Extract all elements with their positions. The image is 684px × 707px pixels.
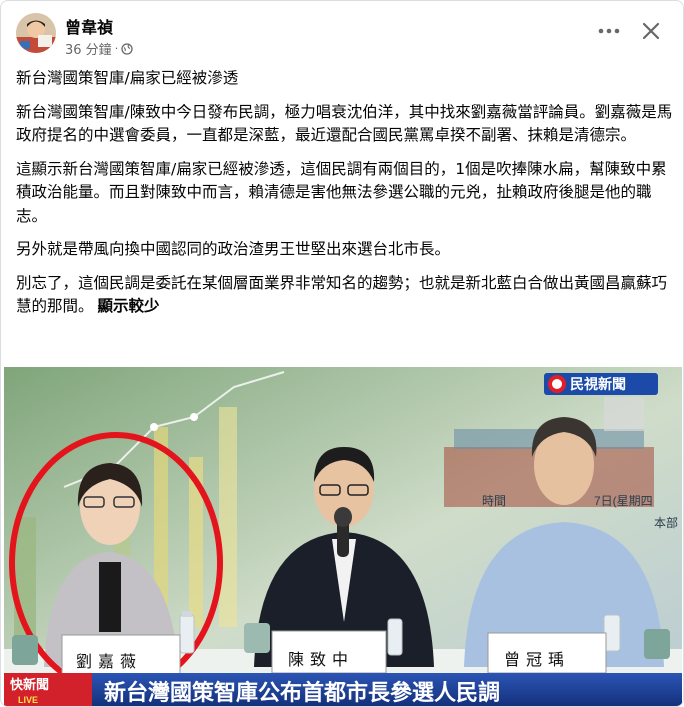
backdrop-place: 本部 (654, 515, 678, 530)
backdrop-time: 時間 (482, 494, 506, 508)
post-body: 新台灣國策智庫/扁家已經被滲透 新台灣國策智庫/陳致中今日發布民調，極力唱衰沈伯… (16, 67, 674, 329)
news-banner-text: 新台灣國策智庫公布首都市長參選人民調 (104, 680, 500, 706)
author-name[interactable]: 曾韋禎 (65, 14, 113, 38)
more-options-icon[interactable] (595, 19, 623, 43)
meta-separator: · (114, 42, 119, 55)
author-avatar[interactable] (16, 13, 56, 53)
post-paragraph: 另外就是帶風向換中國認同的政治渣男王世堅出來選台北市長。 (16, 240, 451, 258)
post-paragraph: 新台灣國策智庫/陳致中今日發布民調，極力唱衰沈伯洋，其中找來劉嘉薇當評論員。劉嘉… (16, 102, 673, 145)
backdrop-date: 7日(星期四 (594, 494, 653, 508)
post-paragraph-last: 別忘了，這個民調是委託在某個層面業界非常知名的趨勢；也就是新北藍白合做出黃國昌贏… (16, 272, 674, 319)
news-screenshot: 時間 7日(星期四 本部 民視新聞 劉嘉薇 陳致中 曾冠瑀 快新聞 LIVE 新… (4, 367, 682, 706)
post-timestamp[interactable]: 36 分鐘 (65, 39, 112, 58)
post-paragraph: 這顯示新台灣國策智庫/扁家已經被滲透，這個民調有兩個目的，1個是吹捧陳水扁，幫陳… (16, 159, 667, 225)
post-meta: 36 分鐘 · (65, 39, 133, 58)
post-photo[interactable]: 時間 7日(星期四 本部 民視新聞 劉嘉薇 陳致中 曾冠瑀 快新聞 LIVE 新… (4, 367, 682, 706)
news-logo: 民視新聞 (570, 376, 626, 393)
facebook-post: 曾韋禎 36 分鐘 · 新台灣國策智庫/扁家已經被滲透 新台灣國策智庫/陳致中今… (0, 0, 684, 707)
nameplate-2: 陳致中 (288, 650, 354, 669)
live-label: LIVE (18, 695, 38, 705)
see-less-link[interactable]: 顯示較少 (98, 297, 160, 315)
post-paragraph-title: 新台灣國策智庫/扁家已經被滲透 (16, 69, 239, 87)
banner-tag: 快新聞 (10, 677, 49, 693)
nameplate-1: 劉嘉薇 (76, 652, 142, 671)
post-header: 曾韋禎 36 分鐘 · (16, 11, 669, 59)
public-globe-icon (121, 42, 133, 55)
close-icon[interactable] (637, 17, 665, 45)
nameplate-3: 曾冠瑀 (504, 650, 570, 669)
